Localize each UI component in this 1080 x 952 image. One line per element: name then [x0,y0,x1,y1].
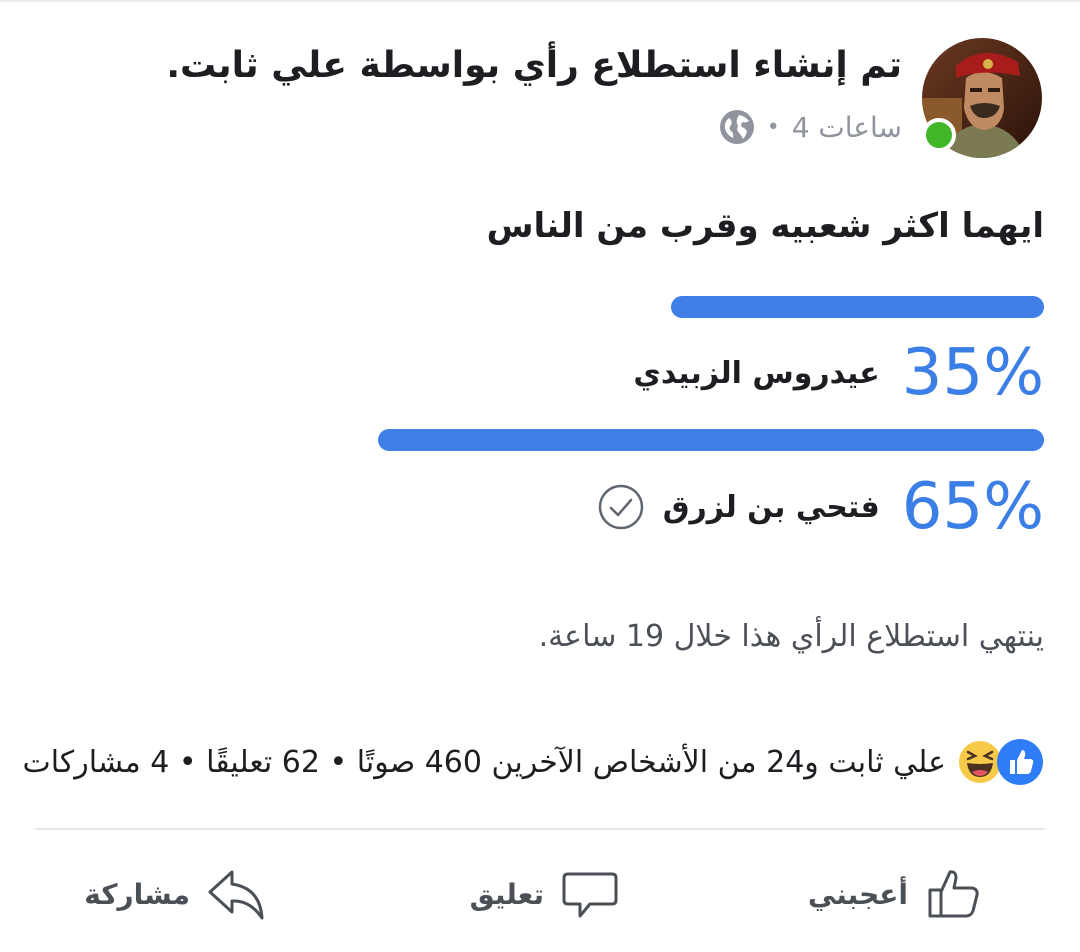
like-reaction-icon [997,739,1043,785]
comment-bubble-icon [562,872,618,918]
top-divider [0,0,1080,2]
poll-option-1[interactable]: 35% عيدروس الزبيدي [633,338,1044,408]
poll-option-2[interactable]: 65% فتحي بن لزرق [597,472,1044,542]
poll-question: ايهما اكثر شعبيه وقرب من الناس [486,206,1044,246]
share-arrow-icon [208,870,264,920]
post-meta: 4 ساعات • [719,106,902,148]
poll-ends-text: ينتهي استطلاع الرأي هذا خلال 19 ساعة. [538,619,1044,654]
poll-option-1-label: عيدروس الزبيدي [633,355,880,391]
poll-option-1-percent: 35% [901,336,1044,410]
meta-separator: • [766,114,780,140]
poll-bar-option-1[interactable] [671,296,1044,318]
post-time[interactable]: 4 ساعات [792,111,902,144]
like-label: أعجبني [807,877,908,911]
share-label: مشاركة [84,877,190,911]
poll-option-2-percent: 65% [901,470,1044,544]
reactions-text[interactable]: علي ثابت و24 من الأشخاص الآخرين 460 صوتً… [23,745,946,780]
online-status-dot [922,118,956,152]
like-button[interactable]: أعجبني [808,858,984,930]
comment-label: تعليق [469,877,544,911]
poll-option-2-label: فتحي بن لزرق [662,489,880,525]
comment-button[interactable]: تعليق [470,858,620,930]
poll-bar-option-2[interactable] [378,429,1044,451]
reactions-summary[interactable]: علي ثابت و24 من الأشخاص الآخرين 460 صوتً… [23,732,1044,792]
action-bar-divider [36,828,1044,830]
author-avatar-wrapper[interactable] [922,38,1044,160]
checkmark-circle-icon[interactable] [597,483,645,531]
thumbs-up-icon [928,870,979,918]
share-button[interactable]: مشاركة [84,858,266,930]
post-header-title[interactable]: تم إنشاء استطلاع رأي بواسطة علي ثابت. [162,38,902,94]
globe-icon [719,110,754,144]
